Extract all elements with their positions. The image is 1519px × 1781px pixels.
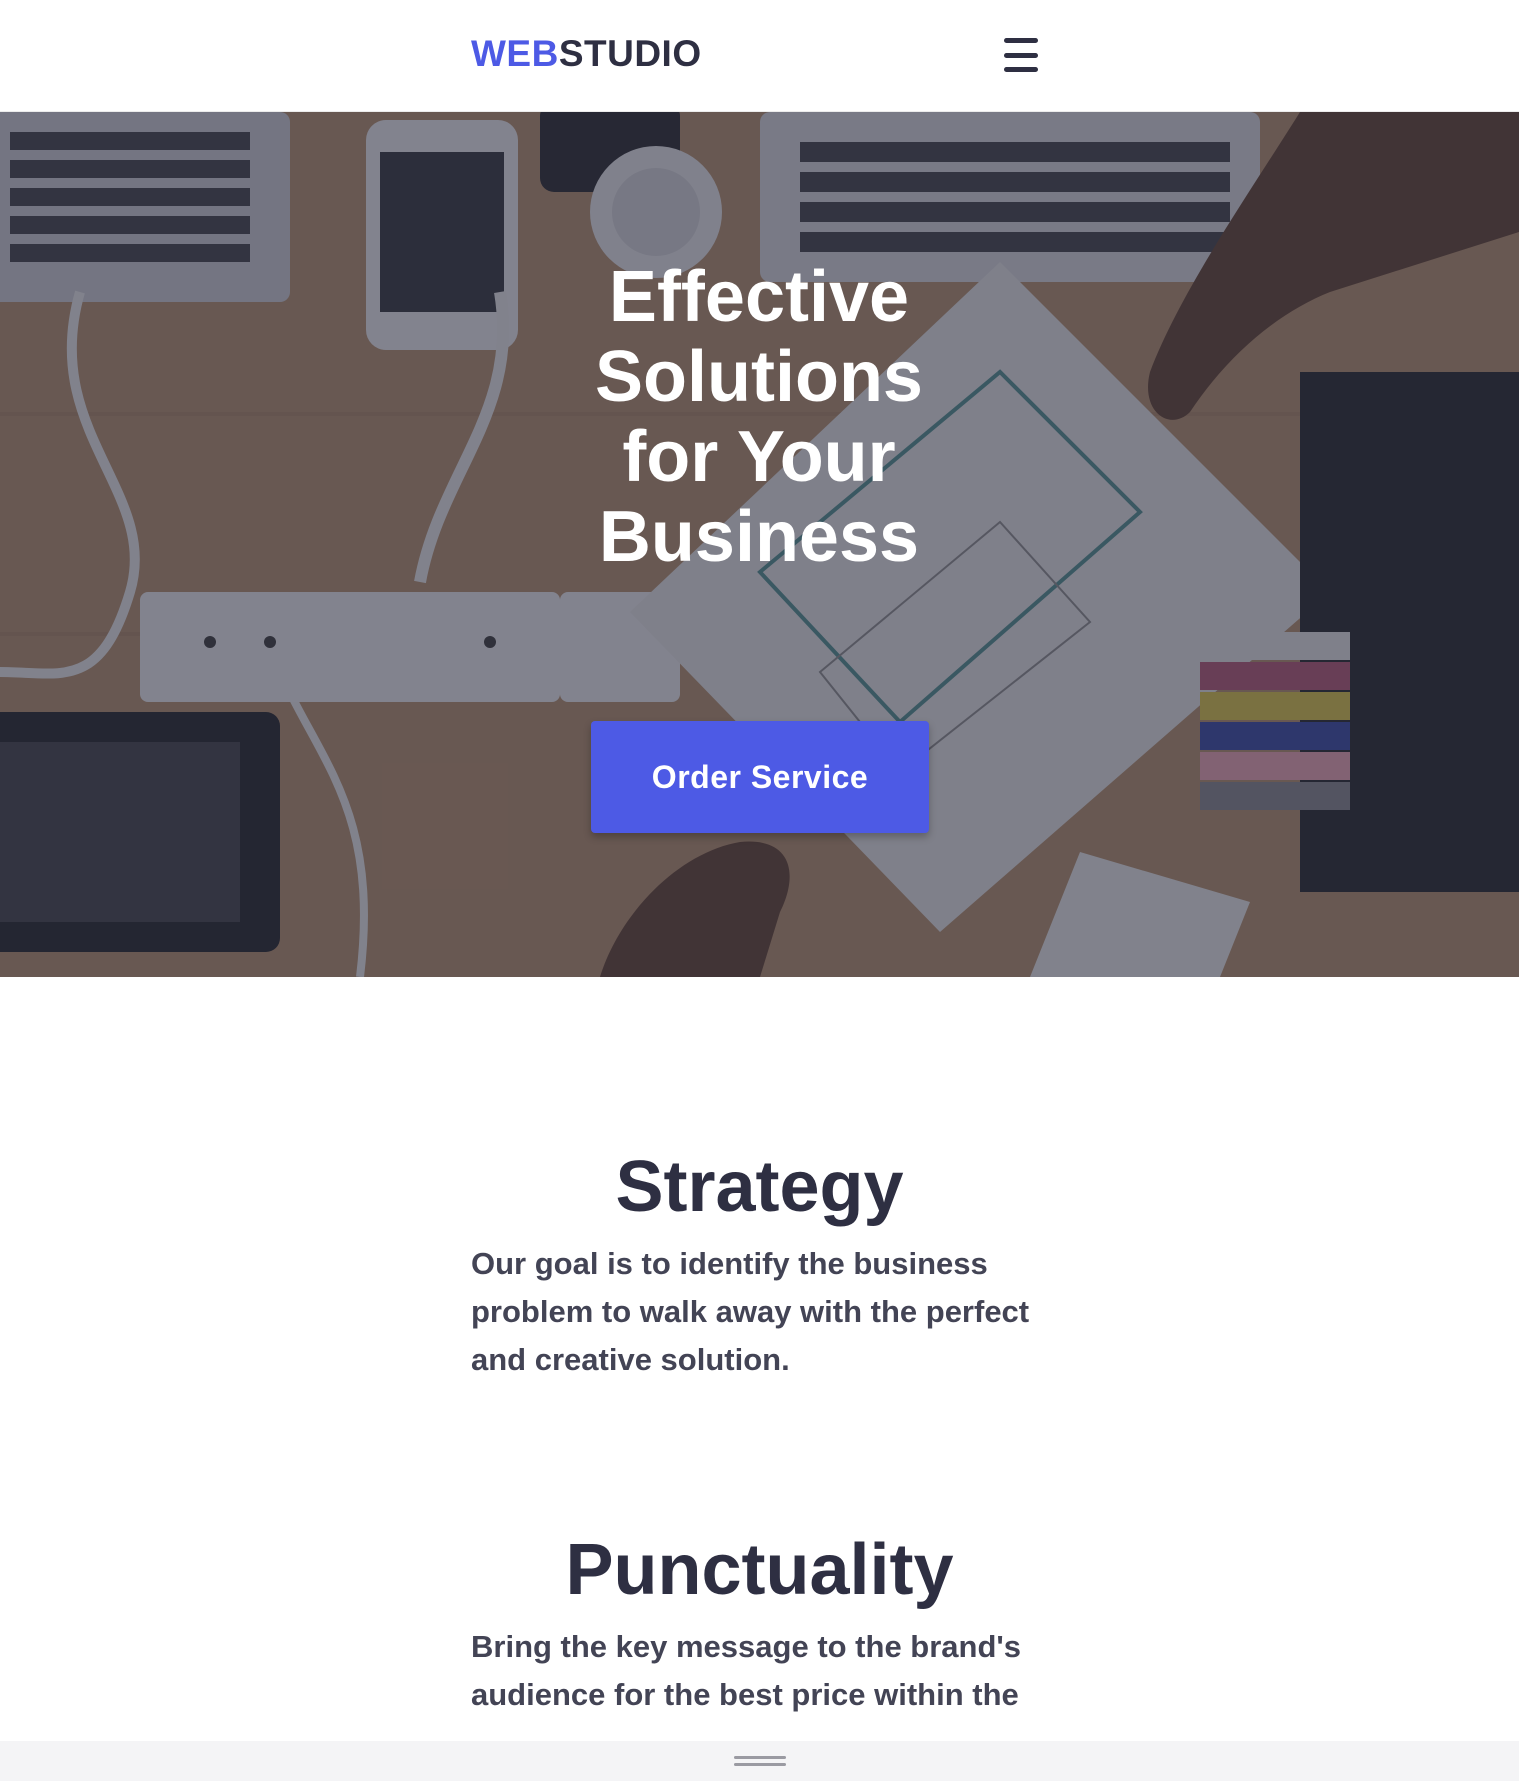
hero-section: Effective Solutions for Your Business Or… xyxy=(0,112,1519,977)
handle-line xyxy=(734,1756,786,1759)
page: WEBSTUDIO Effective Solutions for Your B… xyxy=(0,0,1519,1781)
menu-line xyxy=(1004,38,1038,43)
logo-accent: WEB xyxy=(471,33,559,74)
logo-rest: STUDIO xyxy=(558,33,702,74)
hamburger-menu-icon[interactable] xyxy=(1004,38,1040,72)
feature-title-strategy: Strategy xyxy=(615,1147,904,1227)
hero-title: Effective Solutions for Your Business xyxy=(595,257,923,577)
site-header: WEBSTUDIO xyxy=(0,0,1519,112)
feature-title-punctuality: Punctuality xyxy=(565,1530,954,1610)
handle-line xyxy=(734,1763,786,1766)
bottom-bar xyxy=(0,1741,1519,1781)
drag-handle-icon[interactable] xyxy=(734,1756,786,1766)
order-service-button[interactable]: Order Service xyxy=(591,721,929,833)
menu-line xyxy=(1004,67,1038,72)
logo-link[interactable]: WEBSTUDIO xyxy=(471,34,702,74)
feature-text-punctuality: Bring the key message to the brand's aud… xyxy=(471,1629,1022,1712)
menu-line xyxy=(1004,52,1038,58)
features-section: Strategy Our goal is to identify the bus… xyxy=(0,977,1519,1741)
feature-text-strategy: Our goal is to identify the business pro… xyxy=(471,1246,1030,1377)
